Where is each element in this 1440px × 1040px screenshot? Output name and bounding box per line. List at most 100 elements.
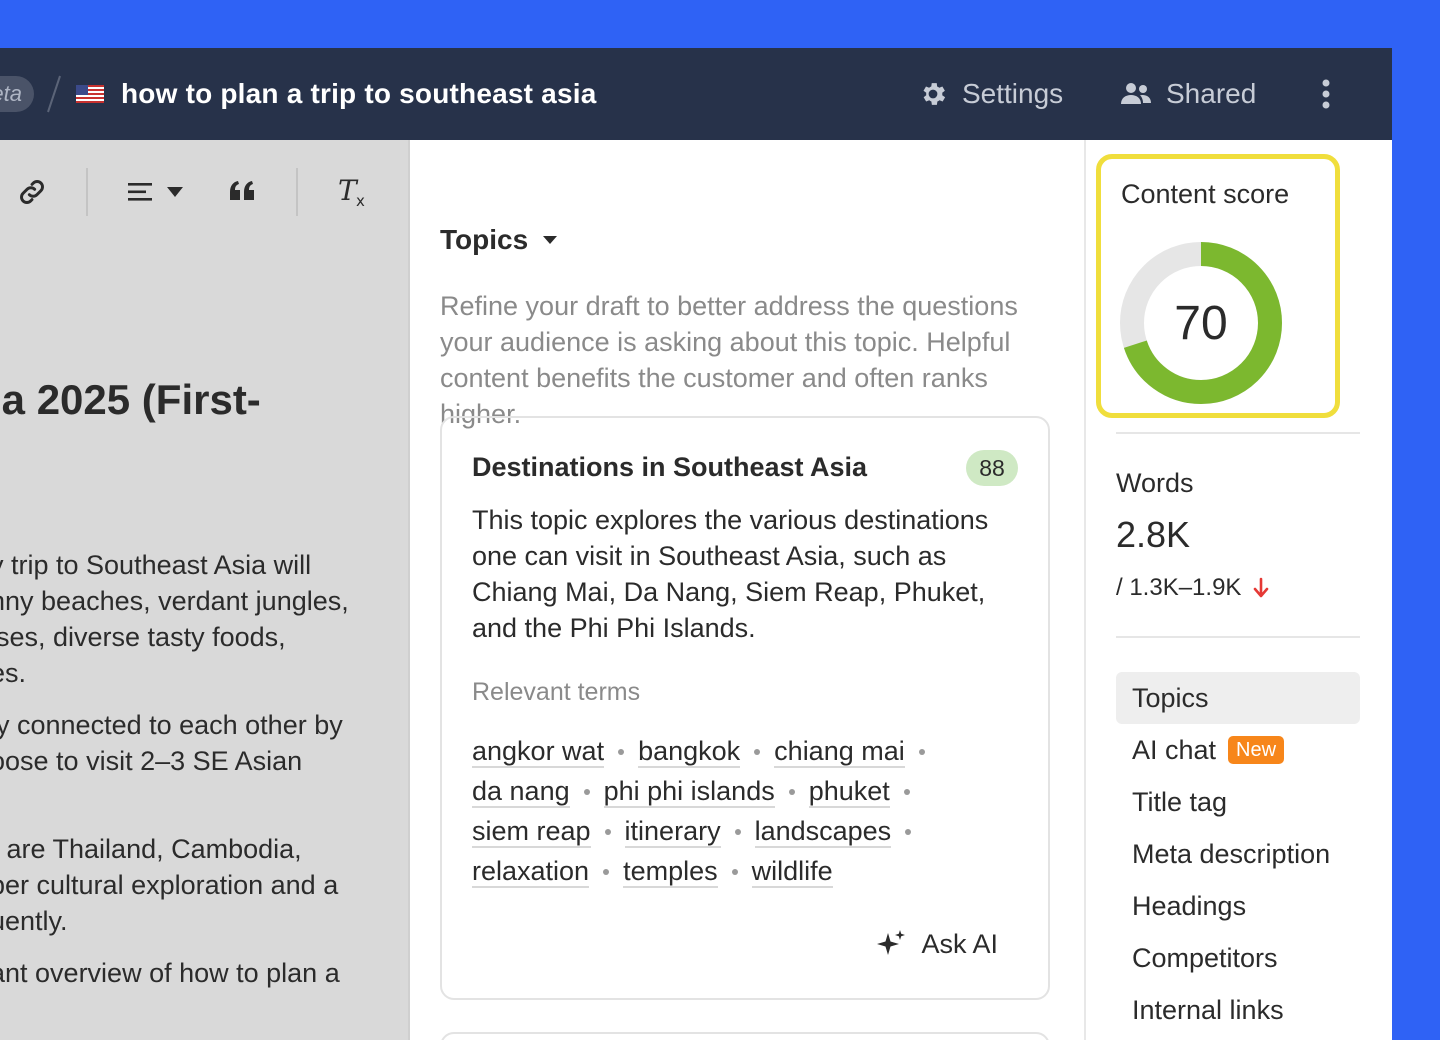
term-link[interactable]: landscapes xyxy=(754,816,892,848)
nav-item-label: AI chat xyxy=(1132,734,1217,765)
paragraph-line: per cultural exploration and a xyxy=(0,870,339,900)
term-link[interactable]: angkor wat xyxy=(472,736,605,768)
separator-dot xyxy=(734,829,741,835)
separator-dot xyxy=(603,869,610,875)
terms-row: da nang phi phi islands phuket xyxy=(472,772,1032,812)
topic-card xyxy=(440,1032,1050,1040)
term-link[interactable]: siem reap xyxy=(472,816,591,848)
relevant-terms-label: Relevant terms xyxy=(472,678,641,706)
svg-text:x: x xyxy=(356,192,365,210)
term-link[interactable]: wildlife xyxy=(751,856,833,888)
article-heading: ia 2025 (First- xyxy=(0,376,261,423)
paragraph-line: es. xyxy=(0,658,27,688)
content-score-label: Content score xyxy=(1121,179,1290,209)
separator-dot xyxy=(754,749,761,755)
nav-item-label: Topics xyxy=(1132,682,1209,713)
toolbar-divider xyxy=(296,168,298,216)
editor-pane[interactable]: T x ia 2025 (First- y trip to Southeast … xyxy=(0,140,410,1040)
word-range-text: / 1.3K–1.9K xyxy=(1116,574,1242,601)
ask-ai-label: Ask AI xyxy=(921,928,998,959)
nav-item-label: Meta description xyxy=(1132,838,1331,869)
nav-item-competitors[interactable]: Competitors xyxy=(1116,932,1360,984)
term-link[interactable]: bangkok xyxy=(638,736,741,768)
settings-label: Settings xyxy=(962,78,1064,109)
settings-button[interactable]: Settings xyxy=(918,76,1063,112)
arrow-down-icon xyxy=(1254,577,1269,598)
word-count: 2.8K xyxy=(1116,514,1191,555)
term-link[interactable]: phuket xyxy=(808,776,890,808)
shared-button[interactable]: Shared xyxy=(1120,76,1256,112)
chevron-down-icon xyxy=(543,236,558,244)
word-target-range: / 1.3K–1.9K xyxy=(1116,574,1269,602)
nav-item-topics[interactable]: Topics xyxy=(1116,672,1360,724)
paragraph-line: ant overview of how to plan a xyxy=(0,958,340,988)
document-title: how to plan a trip to southeast asia xyxy=(121,78,597,109)
us-flag-icon xyxy=(76,85,104,103)
nav-item-meta-description[interactable]: Meta description xyxy=(1116,828,1360,880)
new-badge: New xyxy=(1228,736,1285,764)
term-link[interactable]: da nang xyxy=(472,776,570,808)
divider xyxy=(1116,432,1360,434)
words-label: Words xyxy=(1116,468,1194,498)
nav-item-label: Headings xyxy=(1132,890,1247,921)
paragraph-line: ises, diverse tasty foods, xyxy=(0,622,286,652)
content-score-card: Content score 70 xyxy=(1096,154,1340,418)
separator-dot xyxy=(618,749,625,755)
sparkles-icon xyxy=(877,930,906,955)
separator-dot xyxy=(788,789,795,795)
topic-score-badge: 88 xyxy=(966,450,1018,486)
toolbar-divider xyxy=(86,168,88,216)
more-options-icon[interactable] xyxy=(1316,78,1336,110)
content-score-value: 70 xyxy=(1174,297,1227,350)
paragraph-line: oose to visit 2–3 SE Asian xyxy=(0,746,303,776)
paragraph-line: uently. xyxy=(0,906,68,936)
nav-item-label: Internal links xyxy=(1132,994,1284,1025)
align-icon[interactable] xyxy=(128,180,154,204)
nav-item-internal-links[interactable]: Internal links xyxy=(1116,984,1360,1036)
paragraph-line: y trip to Southeast Asia will xyxy=(0,550,312,580)
term-link[interactable]: relaxation xyxy=(472,856,590,888)
gear-icon xyxy=(923,83,946,105)
separator-dot xyxy=(903,789,910,795)
topics-intro-text: Refine your draft to better address the … xyxy=(440,291,1018,429)
paragraph-line: nny beaches, verdant jungles, xyxy=(0,586,349,616)
separator-dot xyxy=(731,869,738,875)
clear-format-icon[interactable]: T x xyxy=(336,174,370,210)
relevant-terms-list: angkor wat bangkok chiang mai da nang ph… xyxy=(472,732,1032,892)
separator-dot xyxy=(583,789,590,795)
separator-dot xyxy=(918,749,925,755)
terms-row: siem reap itinerary landscapes xyxy=(472,812,1032,852)
side-nav: Topics AI chat New Title tag Meta descri… xyxy=(1116,672,1360,1036)
project-pill[interactable]: eta xyxy=(0,76,34,112)
content-score-gauge: 70 xyxy=(1120,242,1282,404)
terms-row: relaxation temples wildlife xyxy=(472,852,1032,892)
breadcrumb-separator xyxy=(47,75,61,113)
nav-item-title-tag[interactable]: Title tag xyxy=(1116,776,1360,828)
term-link[interactable]: temples xyxy=(623,856,718,888)
quote-icon[interactable] xyxy=(228,180,256,202)
ask-ai-button[interactable]: Ask AI xyxy=(875,928,998,960)
paragraph-line: r are Thailand, Cambodia, xyxy=(0,834,302,864)
term-link[interactable]: phi phi islands xyxy=(603,776,775,808)
nav-item-label: Title tag xyxy=(1132,786,1228,817)
topics-dropdown-label: Topics xyxy=(440,224,529,255)
separator-dot xyxy=(905,829,912,835)
term-link[interactable]: chiang mai xyxy=(774,736,905,768)
link-icon[interactable] xyxy=(16,176,48,208)
topics-dropdown[interactable]: Topics xyxy=(440,224,558,256)
nav-item-label: Competitors xyxy=(1132,942,1278,973)
users-icon xyxy=(1121,83,1151,104)
shared-label: Shared xyxy=(1166,78,1257,109)
paragraph-line: ly connected to each other by xyxy=(0,710,343,740)
terms-row: angkor wat bangkok chiang mai xyxy=(472,732,1032,772)
nav-item-ai-chat[interactable]: AI chat New xyxy=(1116,724,1360,776)
topic-card: Destinations in Southeast Asia 88 This t… xyxy=(440,416,1050,1000)
topic-card-description: This topic explores the various destinat… xyxy=(472,505,989,643)
right-sidebar: Content score 70 Words 2.8K / 1.3K–1.9K … xyxy=(1084,140,1392,1040)
nav-item-headings[interactable]: Headings xyxy=(1116,880,1360,932)
topic-card-title: Destinations in Southeast Asia xyxy=(472,452,868,482)
separator-dot xyxy=(604,829,611,835)
chevron-down-icon[interactable] xyxy=(166,186,184,198)
topics-panel: Topics Refine your draft to better addre… xyxy=(410,140,1084,1040)
term-link[interactable]: itinerary xyxy=(624,816,721,848)
